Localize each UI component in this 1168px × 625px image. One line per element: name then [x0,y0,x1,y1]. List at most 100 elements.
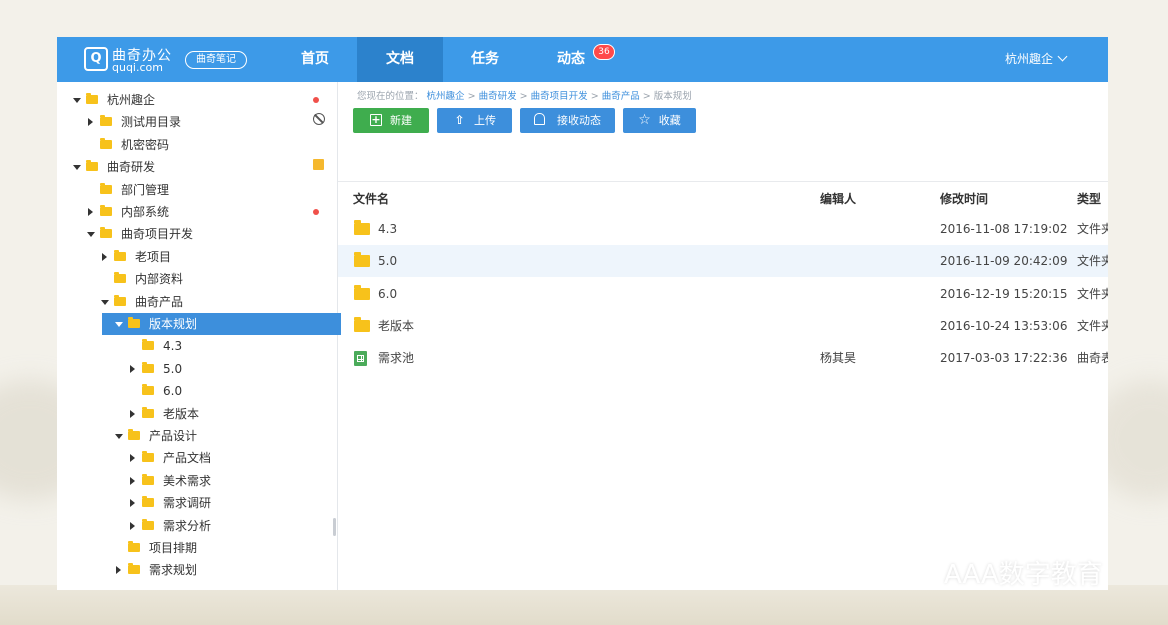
nav-tasks-tab[interactable]: 任务 [457,37,513,82]
column-header-editor[interactable]: 编辑人 [820,182,856,214]
breadcrumb-link[interactable]: 曲奇产品 [602,91,640,102]
upload-button[interactable]: ⇧ 上传 [437,108,512,133]
file-type: 文件夹 [1077,286,1108,301]
folder-icon [142,518,154,530]
folder-icon [142,339,154,351]
unread-dot-icon [313,201,319,223]
nav-home-tab[interactable]: 首页 [287,37,343,82]
column-header-time[interactable]: 修改时间 [940,182,988,214]
tree-item-label: 内部资料 [135,272,184,287]
folder-icon [142,361,154,373]
folder-icon [114,294,126,306]
column-header-name[interactable]: 文件名 [353,182,389,214]
sidebar-scrollbar[interactable] [333,518,336,536]
caret-down-icon[interactable] [72,156,82,178]
caret-right-icon[interactable] [128,403,138,425]
tree-item[interactable]: 美术需求 [128,470,329,492]
file-row[interactable]: 老版本 2016-10-24 13:53:06 文件夹 [338,310,1108,342]
file-row[interactable]: 5.0 2016-11-09 20:42:09 文件夹 [338,245,1108,278]
tree-item[interactable]: 曲奇研发 [72,156,329,178]
folder-icon [354,284,370,300]
logo[interactable]: Q 曲奇办公 quqi.com [84,45,174,75]
favorite-button[interactable]: ☆ 收藏 [623,108,696,133]
breadcrumb-link[interactable]: 曲奇研发 [479,91,517,102]
edit-icon [313,156,324,178]
file-name: 4.3 [378,222,398,236]
breadcrumb-separator: > [519,91,528,102]
caret-right-icon[interactable] [86,111,96,133]
user-name: 杭州趣企 [1005,52,1054,66]
tree-item[interactable]: 内部系统 [86,201,329,223]
nav-docs-tab[interactable]: 文档 [357,37,443,82]
file-type: 曲奇表 [1077,351,1108,366]
upload-button-label: 上传 [474,114,496,127]
tree-item[interactable]: 需求分析 [128,515,329,537]
logo-icon: Q [84,47,108,71]
tree-item[interactable]: 版本规划 [102,313,341,335]
nav-activity-tab[interactable]: 动态 [543,37,599,82]
tree-item[interactable]: 项目排期 [114,537,329,559]
caret-right-icon[interactable] [100,246,110,268]
file-row[interactable]: 4.3 2016-11-08 17:19:02 文件夹 [338,213,1108,245]
tree-item-label: 产品文档 [163,451,212,466]
tree-item[interactable]: 产品设计 [114,425,329,447]
tree-item-label: 曲奇项目开发 [121,227,194,242]
tree-item[interactable]: 曲奇项目开发 [86,223,329,245]
breadcrumb: 您现在的位置： 杭州趣企 > 曲奇研发 > 曲奇项目开发 > 曲奇产品 > 版本… [357,88,692,102]
logo-subtext: quqi.com [112,61,163,74]
caret-right-icon[interactable] [86,201,96,223]
favorite-button-label: 收藏 [658,114,681,127]
breadcrumb-separator: > [590,91,599,102]
watermark: AAA数字教育 [904,558,1103,592]
tree-item[interactable]: 部门管理 [86,179,329,201]
caret-right-icon[interactable] [128,492,138,514]
tree-item-label: 曲奇研发 [107,160,156,175]
tree-item-label: 5.0 [163,361,183,376]
folder-icon [142,406,154,418]
notes-link-button[interactable]: 曲奇笔记 [185,51,247,69]
tree-item-label: 美术需求 [163,473,212,488]
column-header-type[interactable]: 类型 [1077,182,1101,214]
tree-item[interactable]: 曲奇产品 [100,291,329,313]
tree-item[interactable]: 6.0 [128,380,329,402]
new-button[interactable]: + 新建 [353,108,429,133]
tree-item[interactable]: 产品文档 [128,447,329,469]
file-name: 老版本 [378,318,415,333]
tree-item[interactable]: 测试用目录 [86,111,329,133]
upload-icon: ⇧ [454,113,465,127]
tree-item[interactable]: 内部资料 [100,268,329,290]
caret-down-icon[interactable] [114,313,124,335]
caret-down-icon[interactable] [114,425,124,447]
tree-item[interactable]: 4.3 [128,335,329,357]
user-menu[interactable]: 杭州趣企 [1005,37,1068,82]
caret-right-icon[interactable] [128,515,138,537]
tree-item-label: 产品设计 [149,429,198,443]
tree-item[interactable]: 需求调研 [128,492,329,514]
caret-down-icon[interactable] [100,291,110,313]
unread-dot-icon [313,89,319,111]
tree-item[interactable]: 需求规划 [114,559,329,581]
caret-right-icon[interactable] [128,470,138,492]
subscribe-button[interactable]: 接收动态 [520,108,615,133]
file-name: 需求池 [378,351,415,366]
breadcrumb-link[interactable]: 杭州趣企 [427,91,465,102]
tree-item[interactable]: 老项目 [100,246,329,268]
tree-item[interactable]: 杭州趣企 [72,89,329,111]
tree-item[interactable]: 5.0 [128,358,329,380]
caret-right-icon[interactable] [114,559,124,581]
caret-right-icon[interactable] [128,447,138,469]
folder-icon [142,473,154,485]
caret-down-icon[interactable] [86,223,96,245]
tree-item[interactable]: 老版本 [128,403,329,425]
caret-down-icon[interactable] [72,89,82,111]
file-table-header: 文件名 编辑人 修改时间 类型 [338,181,1108,214]
tree-item-label: 需求规划 [149,563,198,578]
breadcrumb-link[interactable]: 曲奇项目开发 [531,91,588,102]
file-row[interactable]: 需求池 杨其昊 2017-03-03 17:22:36 曲奇表 [338,342,1108,374]
folder-icon [100,205,112,216]
tree-item[interactable]: 机密密码 [86,134,329,156]
file-modified-time: 2017-03-03 17:22:36 [940,351,1068,366]
caret-right-icon[interactable] [128,358,138,380]
file-row[interactable]: 6.0 2016-12-19 15:20:15 文件夹 [338,278,1108,310]
